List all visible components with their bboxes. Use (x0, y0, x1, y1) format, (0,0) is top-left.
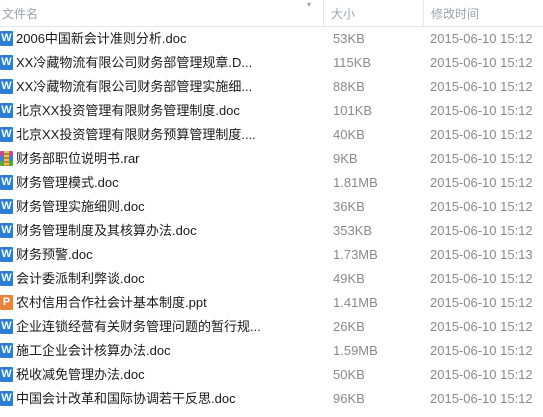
file-name[interactable]: 财务预警.doc (16, 243, 316, 267)
doc-icon: W (0, 127, 13, 142)
file-list: W 2006中国新会计准则分析.doc 53KB 2015-06-10 15:12 W X… (0, 27, 543, 411)
file-name[interactable]: XX冷藏物流有限公司财务部管理规章.D... (16, 51, 316, 75)
file-row[interactable]: W 2006中国新会计准则分析.doc 53KB 2015-06-10 15:12 (0, 27, 543, 51)
file-row[interactable]: W 企业连锁经营有关财务管理问题的暂行规... 26KB 2015-06-10 15:… (0, 315, 543, 339)
doc-icon: W (0, 175, 13, 190)
file-modified-date: 2015-06-10 15:12 (430, 151, 533, 166)
file-size: 50KB (333, 367, 365, 382)
column-header-size[interactable]: 大小 (323, 0, 430, 26)
doc-icon: W (0, 271, 13, 286)
doc-icon: W (0, 223, 13, 238)
file-modified-date: 2015-06-10 15:12 (430, 295, 533, 310)
file-row[interactable]: W XX冷藏物流有限公司财务部管理规章.D... 115KB 2015-06-10 1… (0, 51, 543, 75)
doc-icon: W (0, 367, 13, 382)
file-row[interactable]: 财务部职位说明书.rar 9KB 2015-06-10 15:12 (0, 147, 543, 171)
file-modified-date: 2015-06-10 15:12 (430, 79, 533, 94)
file-size: 1.73MB (333, 247, 378, 262)
file-size: 1.59MB (333, 343, 378, 358)
file-modified-date: 2015-06-10 15:12 (430, 391, 533, 406)
file-row[interactable]: W 财务管理实施细则.doc 36KB 2015-06-10 15:12 (0, 195, 543, 219)
file-name[interactable]: 农村信用合作社会计基本制度.ppt (16, 291, 316, 315)
file-row[interactable]: W 施工企业会计核算办法.doc 1.59MB 2015-06-10 15:12 (0, 339, 543, 363)
rar-icon (0, 151, 13, 166)
file-row[interactable]: W 财务管理制度及其核算办法.doc 353KB 2015-06-10 15:12 (0, 219, 543, 243)
doc-icon: W (0, 55, 13, 70)
file-name[interactable]: 财务管理实施细则.doc (16, 195, 316, 219)
file-modified-date: 2015-06-10 15:12 (430, 103, 533, 118)
file-size: 96KB (333, 391, 365, 406)
file-modified-date: 2015-06-10 15:12 (430, 367, 533, 382)
doc-icon: W (0, 391, 13, 406)
file-row[interactable]: W 中国会计改革和国际协调若干反思.doc 96KB 2015-06-10 15:12 (0, 387, 543, 411)
doc-icon: W (0, 247, 13, 262)
file-name[interactable]: 财务部职位说明书.rar (16, 147, 316, 171)
file-name[interactable]: 中国会计改革和国际协调若干反思.doc (16, 387, 316, 411)
file-size: 9KB (333, 151, 358, 166)
file-name[interactable]: 会计委派制利弊谈.doc (16, 267, 316, 291)
file-name[interactable]: 施工企业会计核算办法.doc (16, 339, 316, 363)
file-size: 36KB (333, 199, 365, 214)
column-header-name[interactable]: 文件名 (0, 0, 324, 26)
doc-icon: W (0, 31, 13, 46)
file-row[interactable]: W 会计委派制利弊谈.doc 49KB 2015-06-10 15:12 (0, 267, 543, 291)
column-header-name-label: 文件名 (2, 7, 39, 21)
doc-icon: W (0, 319, 13, 334)
doc-icon: W (0, 199, 13, 214)
file-size: 115KB (333, 55, 372, 70)
file-size: 88KB (333, 79, 365, 94)
file-modified-date: 2015-06-10 15:12 (430, 223, 533, 238)
file-size: 26KB (333, 319, 365, 334)
file-name[interactable]: 企业连锁经营有关财务管理问题的暂行规... (16, 315, 316, 339)
file-name[interactable]: 北京XX投资管理有限财务管理制度.doc (16, 99, 316, 123)
file-name[interactable]: 北京XX投资管理有限财务预算管理制度.... (16, 123, 316, 147)
file-name[interactable]: 财务管理制度及其核算办法.doc (16, 219, 316, 243)
file-modified-date: 2015-06-10 15:12 (430, 271, 533, 286)
file-modified-date: 2015-06-10 15:12 (430, 343, 533, 358)
file-name[interactable]: XX冷藏物流有限公司财务部管理实施细... (16, 75, 316, 99)
file-name[interactable]: 税收减免管理办法.doc (16, 363, 316, 387)
file-modified-date: 2015-06-10 15:12 (430, 31, 533, 46)
file-size: 353KB (333, 223, 373, 238)
file-name[interactable]: 财务管理模式.doc (16, 171, 316, 195)
file-row[interactable]: P 农村信用合作社会计基本制度.ppt 1.41MB 2015-06-10 15:12 (0, 291, 543, 315)
file-size: 53KB (333, 31, 365, 46)
file-row[interactable]: W 税收减免管理办法.doc 50KB 2015-06-10 15:12 (0, 363, 543, 387)
ppt-icon: P (0, 295, 13, 310)
doc-icon: W (0, 79, 13, 94)
file-row[interactable]: W XX冷藏物流有限公司财务部管理实施细... 88KB 2015-06-10 15:… (0, 75, 543, 99)
file-size: 40KB (333, 127, 365, 142)
file-modified-date: 2015-06-10 15:12 (430, 55, 533, 70)
file-modified-date: 2015-06-10 15:12 (430, 319, 533, 334)
file-size: 101KB (333, 103, 373, 118)
column-header-date[interactable]: 修改时间 (423, 0, 543, 26)
doc-icon: W (0, 103, 13, 118)
file-row[interactable]: W 北京XX投资管理有限财务管理制度.doc 101KB 2015-06-10 15:… (0, 99, 543, 123)
file-size: 1.81MB (333, 175, 378, 190)
file-row[interactable]: W 财务预警.doc 1.73MB 2015-06-10 15:13 (0, 243, 543, 267)
column-header-size-label: 大小 (331, 7, 356, 21)
column-header-date-label: 修改时间 (431, 7, 480, 21)
file-row[interactable]: W 财务管理模式.doc 1.81MB 2015-06-10 15:12 (0, 171, 543, 195)
doc-icon: W (0, 343, 13, 358)
sort-descending-icon[interactable]: ▾ (304, 1, 314, 9)
file-size: 49KB (333, 271, 365, 286)
file-name[interactable]: 2006中国新会计准则分析.doc (16, 27, 316, 51)
file-row[interactable]: W 北京XX投资管理有限财务预算管理制度.... 40KB 2015-06-10 15… (0, 123, 543, 147)
file-modified-date: 2015-06-10 15:13 (430, 247, 533, 262)
file-modified-date: 2015-06-10 15:12 (430, 127, 533, 142)
file-modified-date: 2015-06-10 15:12 (430, 199, 533, 214)
file-size: 1.41MB (333, 295, 378, 310)
file-modified-date: 2015-06-10 15:12 (430, 175, 533, 190)
file-list-header: 文件名 ▾ 大小 修改时间 (0, 0, 543, 27)
